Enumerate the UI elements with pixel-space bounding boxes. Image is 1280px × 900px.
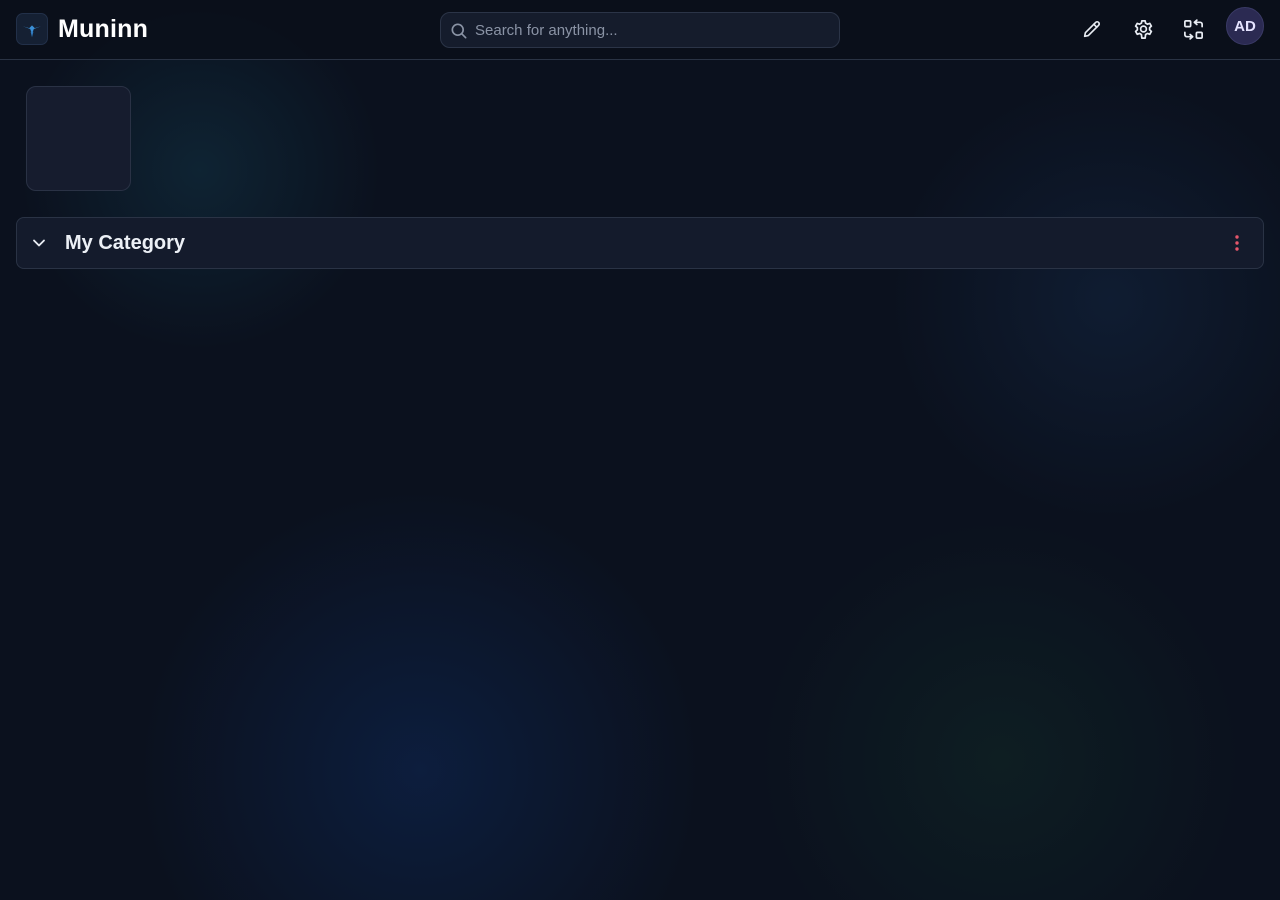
top-bar: Muninn AD: [0, 0, 1280, 60]
kebab-menu-icon: [1235, 235, 1239, 251]
pencil-icon: [1083, 21, 1100, 38]
gear-icon: [1134, 19, 1152, 39]
bird-logo-icon: [22, 25, 42, 38]
settings-button[interactable]: [1128, 14, 1158, 44]
search-bar[interactable]: [440, 12, 840, 48]
search-icon: [451, 23, 467, 39]
empty-tile[interactable]: [26, 86, 131, 191]
app-title[interactable]: Muninn: [58, 13, 148, 45]
app-logo[interactable]: [16, 13, 48, 45]
category-title: My Category: [65, 232, 186, 254]
swap-icon: [1183, 18, 1203, 40]
category-menu-button[interactable]: [1225, 231, 1249, 255]
switch-button[interactable]: [1178, 14, 1208, 44]
search-input[interactable]: [475, 13, 831, 47]
category-section: My Category: [16, 217, 1264, 269]
user-avatar[interactable]: AD: [1226, 7, 1264, 45]
chevron-down-icon[interactable]: [29, 233, 49, 253]
edit-button[interactable]: [1077, 14, 1107, 44]
